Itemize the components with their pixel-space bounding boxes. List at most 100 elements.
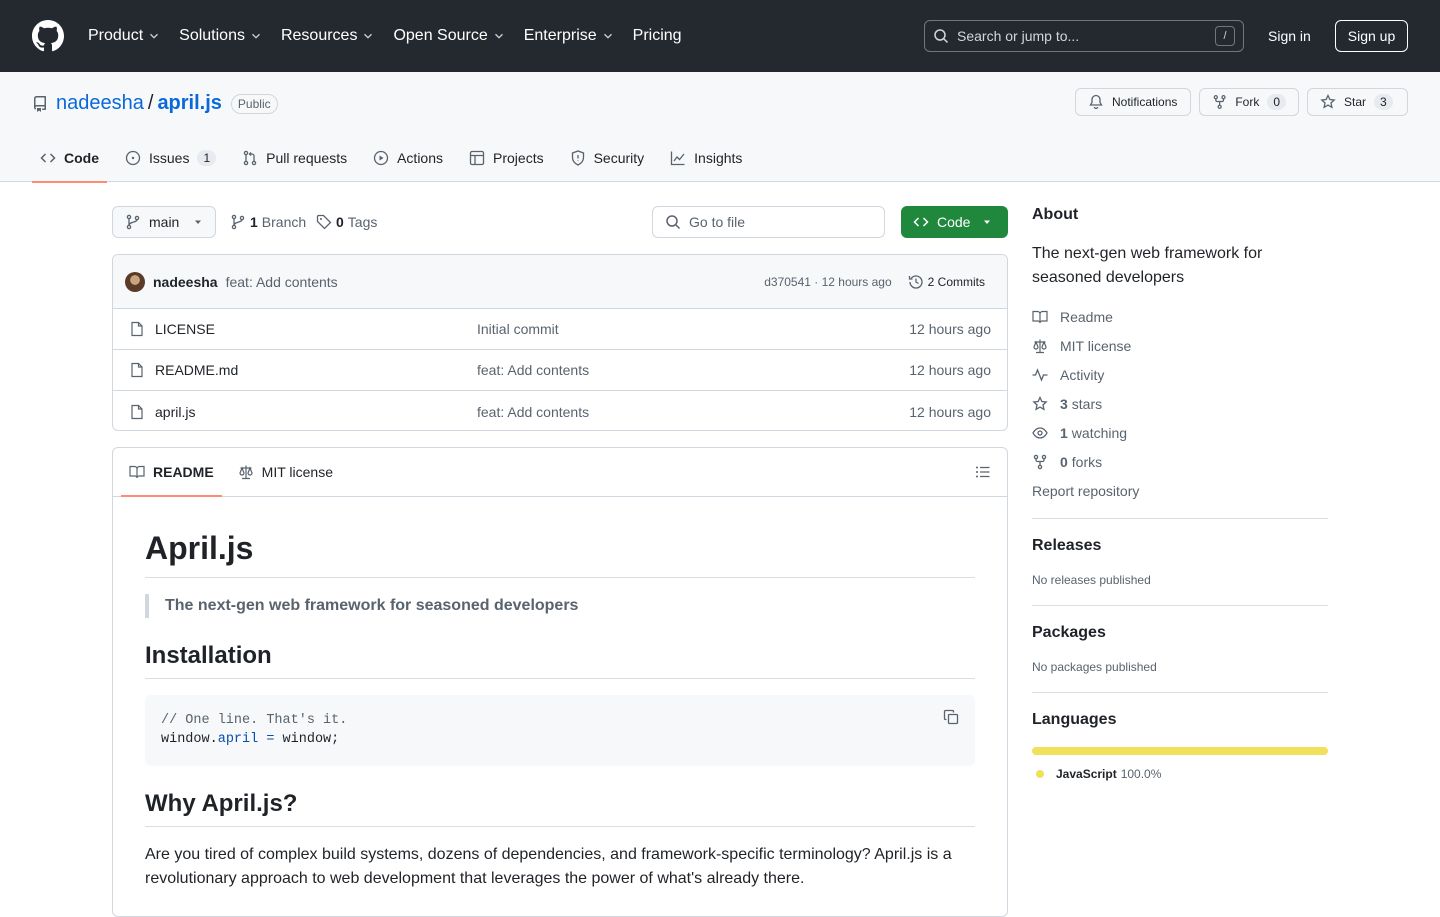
tags-link[interactable]: 0 Tags [316,214,377,230]
sign-up-button[interactable]: Sign up [1335,20,1408,52]
repo-title: nadeesha / april.js Public [32,92,278,115]
code-button-label: Code [937,214,971,230]
nav-solutions[interactable]: Solutions [179,27,263,45]
search-input[interactable]: Search or jump to... / [924,20,1244,52]
report-repository-link[interactable]: Report repository [1032,482,1328,500]
graph-icon [671,151,685,166]
readme-content: April.js The next-gen web framework for … [113,530,1007,891]
code-icon [913,217,929,227]
tag-label: Tags [347,214,378,230]
nav-enterprise-label: Enterprise [523,27,597,44]
search-placeholder: Search or jump to... [957,28,1080,44]
law-icon [239,465,253,480]
forks-link[interactable]: 0 forks [1032,453,1328,471]
language-color-dot [1036,770,1044,778]
readme-link[interactable]: Readme [1032,308,1328,326]
star-icon [1032,396,1048,411]
activity-link-label: Activity [1060,367,1105,383]
list-unordered-icon[interactable] [975,464,991,480]
stars-count: 3 [1060,396,1068,412]
stars-link[interactable]: 3 stars [1032,395,1328,413]
language-percent: 100.0% [1120,767,1162,781]
file-commit-message[interactable]: feat: Add contents [477,404,589,420]
tab-issues[interactable]: Issues 1 [117,134,224,182]
tab-readme[interactable]: README [121,448,222,497]
tab-insights-label: Insights [694,150,743,166]
nav-pricing-label: Pricing [632,27,682,44]
nav-pricing[interactable]: Pricing [633,27,682,45]
branches-link[interactable]: 1 Branch [230,214,306,230]
repo-owner-link[interactable]: nadeesha [56,92,144,115]
issues-count: 1 [197,150,217,166]
tab-license[interactable]: MIT license [230,448,341,496]
search-shortcut-key: / [1215,26,1235,46]
repo-name-link[interactable]: april.js [157,92,221,115]
packages-text: No packages published [1032,660,1157,674]
fork-icon [1213,95,1226,109]
file-row[interactable]: README.md feat: Add contents 12 hours ag… [113,350,1007,391]
license-link-label: MIT license [1060,338,1132,354]
languages-section: Languages JavaScript 100.0% [1032,693,1328,781]
pulse-icon [1032,368,1048,382]
chevron-down-icon [252,33,260,39]
branch-count: 1 [250,214,258,230]
stars-label: stars [1071,396,1103,412]
watching-link[interactable]: 1 watching [1032,424,1328,442]
nav-product[interactable]: Product [88,27,161,45]
visibility-badge: Public [230,93,278,114]
star-count: 3 [1374,94,1393,110]
chevron-down-icon [150,33,159,39]
tab-projects[interactable]: Projects [461,134,552,182]
commit-sha-time[interactable]: d370541 · 12 hours ago [764,275,891,289]
file-commit-message[interactable]: feat: Add contents [477,362,589,378]
tab-insights[interactable]: Insights [662,134,750,182]
notifications-button[interactable]: Notifications [1075,88,1191,116]
tab-security-label: Security [593,150,645,166]
chevron-down-icon [603,33,612,39]
tab-projects-label: Projects [493,150,544,166]
file-row[interactable]: LICENSE Initial commit 12 hours ago [113,309,1007,350]
nav-open-source[interactable]: Open Source [393,27,505,45]
file-name[interactable]: README.md [155,362,477,378]
readme-panel: README MIT license April.js The next-gen… [112,447,1008,917]
sign-in-link[interactable]: Sign in [1268,28,1311,44]
code-line: window.april = window; [161,730,959,749]
about-title: About [1032,206,1079,223]
forks-count: 0 [1060,454,1068,470]
code-dropdown-button[interactable]: Code [901,206,1008,238]
fork-button[interactable]: Fork 0 [1199,88,1299,116]
file-commit-message[interactable]: Initial commit [477,321,559,337]
file-name[interactable]: april.js [155,404,477,420]
commit-message[interactable]: feat: Add contents [226,274,338,290]
file-name[interactable]: LICENSE [155,321,477,337]
github-logo-icon[interactable] [32,20,64,52]
activity-link[interactable]: Activity [1032,366,1328,384]
copy-icon[interactable] [943,709,959,725]
nav-resources[interactable]: Resources [281,27,375,45]
file-row[interactable]: april.js feat: Add contents 12 hours ago [113,391,1007,430]
nav-solutions-label: Solutions [179,27,245,44]
file-commit-time: 12 hours ago [909,362,991,378]
code-value: window; [282,732,340,747]
tab-actions[interactable]: Actions [365,134,451,182]
releases-title[interactable]: Releases [1032,537,1328,555]
go-to-file-input[interactable]: Go to file [652,206,885,238]
branch-selector[interactable]: main [112,206,217,238]
commits-link[interactable]: 2 Commits [908,274,995,290]
code-property: april [217,732,259,747]
star-button[interactable]: Star 3 [1307,88,1408,116]
tab-code-label: Code [64,150,99,166]
table-icon [469,150,485,166]
fork-count: 0 [1267,94,1286,110]
tab-security[interactable]: Security [562,134,653,182]
language-item[interactable]: JavaScript 100.0% [1032,767,1328,781]
latest-commit-bar: nadeesha feat: Add contents d370541 · 12… [113,255,1007,309]
tab-license-label: MIT license [261,464,333,480]
packages-title[interactable]: Packages [1032,624,1328,642]
commit-author[interactable]: nadeesha [153,274,218,290]
license-link[interactable]: MIT license [1032,337,1328,355]
tab-code[interactable]: Code [32,134,107,183]
avatar[interactable] [125,271,145,292]
nav-enterprise[interactable]: Enterprise [524,27,615,45]
tab-pull-requests[interactable]: Pull requests [234,134,355,182]
